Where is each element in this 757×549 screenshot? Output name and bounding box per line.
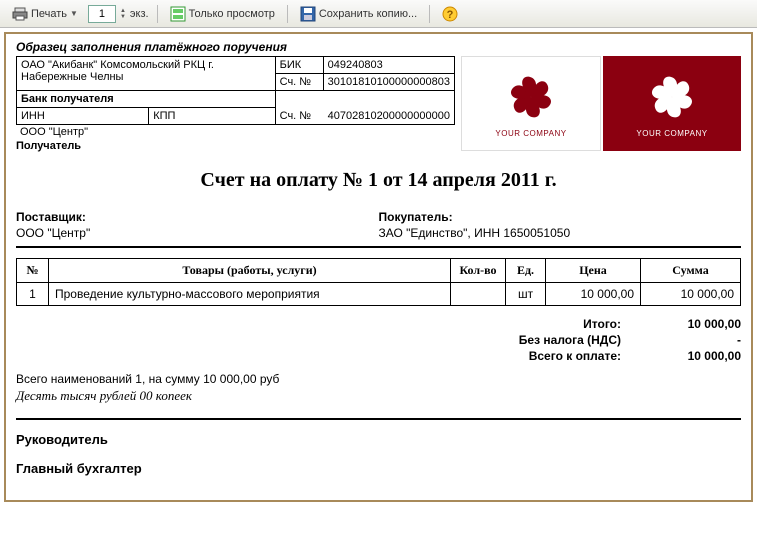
print-label: Печать <box>31 8 67 20</box>
logo-text-left: YOUR COMPANY <box>495 129 566 138</box>
col-desc: Товары (работы, услуги) <box>49 259 451 283</box>
item-desc: Проведение культурно-массового мероприят… <box>49 283 451 306</box>
help-button[interactable]: ? <box>436 3 464 25</box>
table-row: 1 Проведение культурно-массового меропри… <box>17 283 741 306</box>
document-page: Образец заполнения платёжного поручения … <box>4 32 753 502</box>
item-num: 1 <box>17 283 49 306</box>
preview-icon <box>170 6 186 22</box>
recipient-name: ООО "Центр" <box>16 125 455 139</box>
bank-recipient-label: Банк получателя <box>17 91 276 108</box>
printer-icon <box>12 6 28 22</box>
logo-block: YOUR COMPANY YOUR COMPANY <box>461 56 741 153</box>
bank-details: ОАО "Акибанк" Комсомольский РКЦ г. Набер… <box>16 56 455 153</box>
divider <box>16 246 741 248</box>
save-copy-button[interactable]: Сохранить копию... <box>294 3 423 25</box>
director-label: Руководитель <box>16 432 741 447</box>
buyer-label: Покупатель: <box>379 210 742 224</box>
supplier-label: Поставщик: <box>16 210 379 224</box>
item-qty <box>451 283 506 306</box>
document-title: Счет на оплату № 1 от 14 апреля 2011 г. <box>16 169 741 192</box>
summary-line: Всего наименований 1, на сумму 10 000,00… <box>16 372 741 386</box>
col-unit: Ед. <box>506 259 546 283</box>
col-sum: Сумма <box>641 259 741 283</box>
save-copy-label: Сохранить копию... <box>319 8 417 20</box>
svg-text:?: ? <box>447 9 454 21</box>
toolbar-separator <box>157 5 158 23</box>
subtotal-value: 10 000,00 <box>651 317 741 331</box>
save-icon <box>300 6 316 22</box>
bank-name-cell: ОАО "Акибанк" Комсомольский РКЦ г. Набер… <box>17 57 276 91</box>
supplier-value: ООО "Центр" <box>16 226 379 240</box>
bik-value: 049240803 <box>323 57 454 74</box>
header-block: ОАО "Акибанк" Комсомольский РКЦ г. Набер… <box>16 56 741 153</box>
flower-icon <box>644 69 700 125</box>
item-sum: 10 000,00 <box>641 283 741 306</box>
tax-label: Без налога (НДС) <box>501 333 651 347</box>
toolbar: Печать ▼ ▲▼ экз. Только просмотр Сохрани… <box>0 0 757 28</box>
help-icon: ? <box>442 6 458 22</box>
bik-label: БИК <box>275 57 323 74</box>
toolbar-separator <box>429 5 430 23</box>
amount-in-words: Десять тысяч рублей 00 копеек <box>16 388 741 404</box>
flower-icon <box>503 69 559 125</box>
copies-input[interactable] <box>88 5 116 23</box>
grand-value: 10 000,00 <box>651 349 741 363</box>
print-button[interactable]: Печать ▼ <box>6 3 84 25</box>
supplier-column: Поставщик: ООО "Центр" <box>16 210 379 240</box>
bank-table: ОАО "Акибанк" Комсомольский РКЦ г. Набер… <box>16 56 455 125</box>
copies-suffix: экз. <box>130 8 149 20</box>
payer-acct-value: 40702810200000000000 <box>328 110 450 122</box>
toolbar-separator <box>287 5 288 23</box>
logo-left: YOUR COMPANY <box>461 56 601 151</box>
parties-block: Поставщик: ООО "Центр" Покупатель: ЗАО "… <box>16 210 741 240</box>
items-header-row: № Товары (работы, услуги) Кол-во Ед. Цен… <box>17 259 741 283</box>
logo-text-right: YOUR COMPANY <box>636 129 707 138</box>
bank-acct-label: Сч. № <box>275 74 323 91</box>
kpp-cell: КПП <box>149 108 275 125</box>
buyer-column: Покупатель: ЗАО "Единство", ИНН 16500510… <box>379 210 742 240</box>
item-unit: шт <box>506 283 546 306</box>
accountant-label: Главный бухгалтер <box>16 461 741 476</box>
logo-right: YOUR COMPANY <box>603 56 741 151</box>
recipient-label: Получатель <box>16 139 455 153</box>
spinner-icon[interactable]: ▲▼ <box>120 8 126 20</box>
grand-label: Всего к оплате: <box>501 349 651 363</box>
totals-block: Итого: 10 000,00 Без налога (НДС) - Всег… <box>16 316 741 364</box>
col-num: № <box>17 259 49 283</box>
recipient-block: ООО "Центр" Получатель <box>16 125 455 153</box>
items-table: № Товары (работы, услуги) Кол-во Ед. Цен… <box>16 258 741 306</box>
payer-acct-label: Сч. № <box>280 110 328 122</box>
bank-acct-value: 30101810100000000803 <box>323 74 454 91</box>
col-qty: Кол-во <box>451 259 506 283</box>
subtotal-label: Итого: <box>501 317 651 331</box>
tax-value: - <box>651 333 741 347</box>
preview-only-label: Только просмотр <box>189 8 275 20</box>
col-price: Цена <box>546 259 641 283</box>
sample-caption: Образец заполнения платёжного поручения <box>16 40 741 54</box>
dropdown-icon: ▼ <box>70 9 78 18</box>
preview-only-button[interactable]: Только просмотр <box>164 3 281 25</box>
divider <box>16 418 741 420</box>
item-price: 10 000,00 <box>546 283 641 306</box>
buyer-value: ЗАО "Единство", ИНН 1650051050 <box>379 226 742 240</box>
inn-cell: ИНН <box>17 108 149 125</box>
